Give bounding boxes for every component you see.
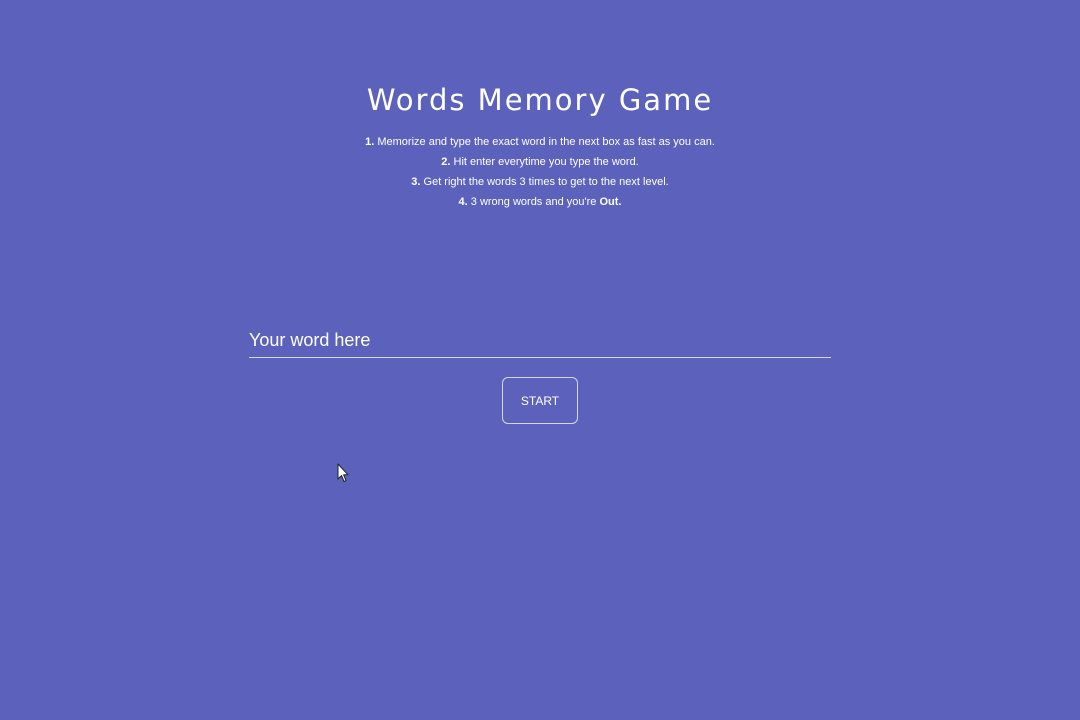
instruction-emphasis: Out.	[599, 196, 622, 208]
instruction-item: 1. Memorize and type the exact word in t…	[0, 132, 1080, 152]
instruction-item: 4. 3 wrong words and you're Out.	[0, 192, 1080, 212]
instruction-item: 3. Get right the words 3 times to get to…	[0, 172, 1080, 192]
instruction-item: 2. Hit enter everytime you type the word…	[0, 152, 1080, 172]
instruction-text: Get right the words 3 times to get to th…	[420, 176, 669, 188]
instructions-list: 1. Memorize and type the exact word in t…	[0, 132, 1080, 212]
instruction-number: 1.	[365, 136, 375, 148]
header: Words Memory Game 1. Memorize and type t…	[0, 78, 1080, 212]
start-button[interactable]: START	[502, 377, 578, 424]
mouse-pointer-icon	[337, 463, 349, 482]
instruction-text: Memorize and type the exact word in the …	[374, 136, 715, 148]
instruction-number: 4.	[458, 196, 468, 208]
word-input[interactable]	[249, 324, 831, 358]
instruction-text: 3 wrong words and you're	[467, 196, 600, 208]
instruction-text: Hit enter everytime you type the word.	[450, 156, 639, 168]
page-title: Words Memory Game	[366, 83, 714, 117]
